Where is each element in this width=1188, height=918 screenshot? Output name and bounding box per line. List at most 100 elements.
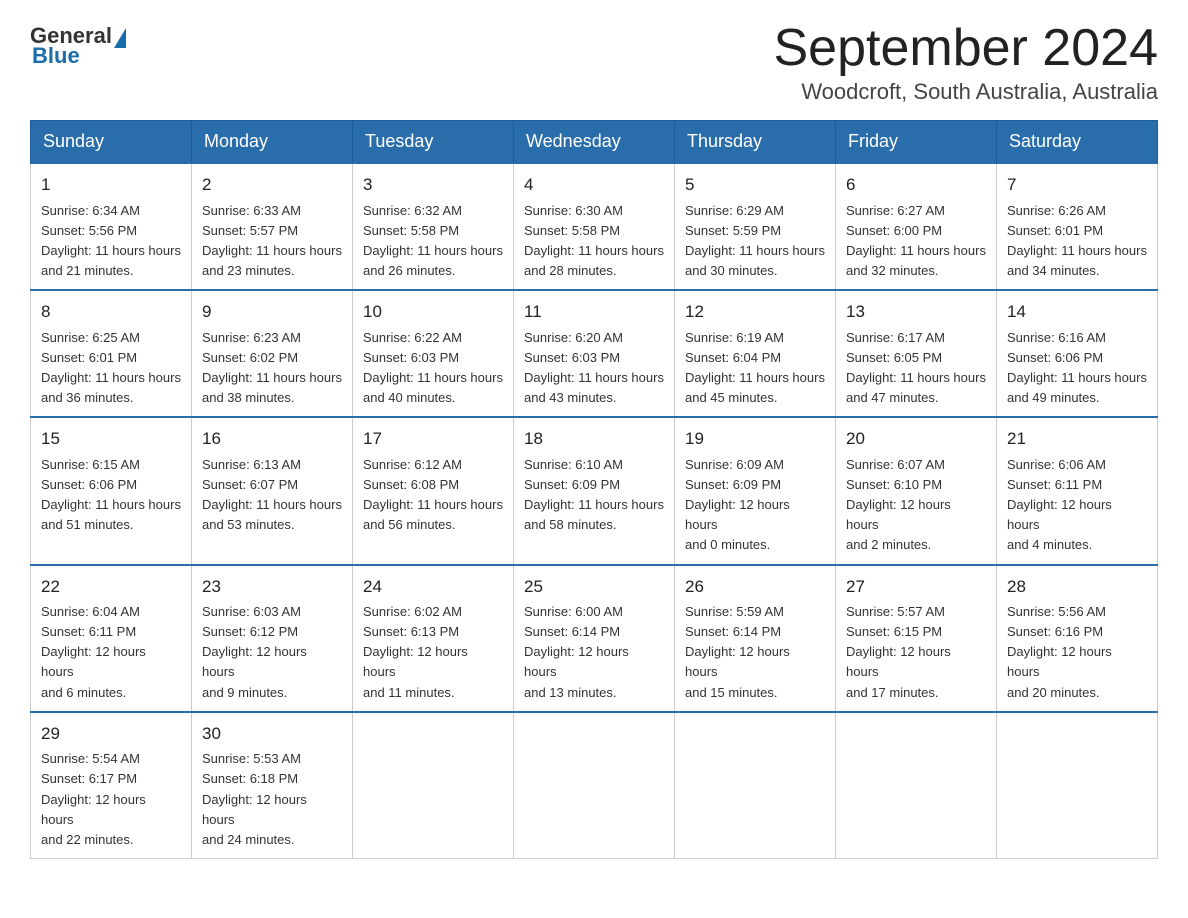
daylight-line: Daylight: 11 hours hours <box>846 370 986 385</box>
sunset-line: Sunset: 6:01 PM <box>1007 223 1103 238</box>
sunset-line: Sunset: 6:16 PM <box>1007 624 1103 639</box>
calendar-week-row-4: 22Sunrise: 6:04 AMSunset: 6:11 PMDayligh… <box>31 565 1158 712</box>
daylight-line: Daylight: 12 hours hours <box>1007 497 1112 532</box>
daylight-line: Daylight: 12 hours hours <box>363 644 468 679</box>
day-info: Sunrise: 6:06 AMSunset: 6:11 PMDaylight:… <box>1007 455 1147 556</box>
calendar-cell: 4Sunrise: 6:30 AMSunset: 5:58 PMDaylight… <box>514 163 675 290</box>
day-number: 21 <box>1007 426 1147 452</box>
daylight-minutes-line: and 2 minutes. <box>846 537 931 552</box>
day-number: 25 <box>524 574 664 600</box>
daylight-minutes-line: and 22 minutes. <box>41 832 134 847</box>
day-info: Sunrise: 6:02 AMSunset: 6:13 PMDaylight:… <box>363 602 503 703</box>
sunrise-line: Sunrise: 6:27 AM <box>846 203 945 218</box>
daylight-line: Daylight: 11 hours hours <box>685 370 825 385</box>
daylight-minutes-line: and 11 minutes. <box>363 685 455 700</box>
day-number: 28 <box>1007 574 1147 600</box>
day-info: Sunrise: 5:53 AMSunset: 6:18 PMDaylight:… <box>202 749 342 850</box>
sunrise-line: Sunrise: 6:23 AM <box>202 330 301 345</box>
daylight-minutes-line: and 4 minutes. <box>1007 537 1092 552</box>
daylight-line: Daylight: 12 hours hours <box>1007 644 1112 679</box>
day-number: 6 <box>846 172 986 198</box>
sunset-line: Sunset: 6:14 PM <box>524 624 620 639</box>
logo-blue-text: Blue <box>32 43 80 68</box>
day-info: Sunrise: 6:10 AMSunset: 6:09 PMDaylight:… <box>524 455 664 536</box>
calendar-header-saturday: Saturday <box>997 121 1158 164</box>
calendar-cell <box>997 712 1158 859</box>
day-info: Sunrise: 5:59 AMSunset: 6:14 PMDaylight:… <box>685 602 825 703</box>
daylight-minutes-line: and 45 minutes. <box>685 390 778 405</box>
calendar-cell: 1 Sunrise: 6:34 AMSunset: 5:56 PMDaylight… <box>31 163 192 290</box>
day-number: 17 <box>363 426 503 452</box>
daylight-minutes-line: and 36 minutes. <box>41 390 134 405</box>
day-number: 18 <box>524 426 664 452</box>
daylight-line: Daylight: 11 hours hours <box>846 243 986 258</box>
daylight-line: Daylight: 11 hours hours <box>524 370 664 385</box>
sunrise-line: Sunrise: 6:04 AM <box>41 604 140 619</box>
day-number: 13 <box>846 299 986 325</box>
daylight-minutes-line: and 21 minutes. <box>41 263 134 278</box>
sunset-line: Sunset: 6:17 PM <box>41 771 137 786</box>
sunrise-line: Sunrise: 6:26 AM <box>1007 203 1106 218</box>
calendar-cell: 10Sunrise: 6:22 AMSunset: 6:03 PMDayligh… <box>353 290 514 417</box>
calendar-cell: 8Sunrise: 6:25 AMSunset: 6:01 PMDaylight… <box>31 290 192 417</box>
daylight-line: Daylight: 11 hours hours <box>41 497 181 512</box>
daylight-minutes-line: and 34 minutes. <box>1007 263 1100 278</box>
calendar-cell: 23Sunrise: 6:03 AMSunset: 6:12 PMDayligh… <box>192 565 353 712</box>
calendar-cell: 15Sunrise: 6:15 AMSunset: 6:06 PMDayligh… <box>31 417 192 564</box>
logo: General Blue <box>30 20 128 69</box>
day-info: Sunrise: 6:17 AMSunset: 6:05 PMDaylight:… <box>846 328 986 409</box>
calendar-table: SundayMondayTuesdayWednesdayThursdayFrid… <box>30 120 1158 859</box>
day-info: Sunrise: 5:56 AM Sunset: 6:16 PM Daylight:… <box>1007 602 1147 703</box>
day-number: 16 <box>202 426 342 452</box>
calendar-header-monday: Monday <box>192 121 353 164</box>
day-number: 1 <box>41 172 181 198</box>
sunrise-line: Sunrise: 6:29 AM <box>685 203 784 218</box>
day-info: Sunrise: 6:09 AMSunset: 6:09 PMDaylight:… <box>685 455 825 556</box>
sunrise-line: Sunrise: 6:00 AM <box>524 604 623 619</box>
day-info: Sunrise: 6:33 AMSunset: 5:57 PMDaylight:… <box>202 201 342 282</box>
title-area: September 2024 Woodcroft, South Australi… <box>774 20 1159 105</box>
sunrise-line: Sunrise: 6:12 AM <box>363 457 462 472</box>
daylight-minutes-line: and 56 minutes. <box>363 517 456 532</box>
sunset-line: Sunset: 6:02 PM <box>202 350 298 365</box>
day-number: 23 <box>202 574 342 600</box>
calendar-cell <box>675 712 836 859</box>
day-number: 20 <box>846 426 986 452</box>
day-number: 7 <box>1007 172 1147 198</box>
day-info: Sunrise: 6:07 AMSunset: 6:10 PMDaylight:… <box>846 455 986 556</box>
calendar-cell: 11Sunrise: 6:20 AMSunset: 6:03 PMDayligh… <box>514 290 675 417</box>
daylight-line: Daylight: 11 hours hours <box>1007 243 1147 258</box>
sunset-line: Sunset: 6:03 PM <box>363 350 459 365</box>
calendar-cell: 26Sunrise: 5:59 AMSunset: 6:14 PMDayligh… <box>675 565 836 712</box>
day-number: 5 <box>685 172 825 198</box>
daylight-minutes-line: and 53 minutes. <box>202 517 295 532</box>
day-number: 27 <box>846 574 986 600</box>
sunset-line: Sunset: 5:58 PM <box>524 223 620 238</box>
sunrise-line: Sunrise: 6:15 AM <box>41 457 140 472</box>
day-info: Sunrise: 6:34 AMSunset: 5:56 PMDaylight:… <box>41 201 181 282</box>
sunrise-line: Sunrise: 5:59 AM <box>685 604 784 619</box>
day-info: Sunrise: 6:29 AMSunset: 5:59 PMDaylight:… <box>685 201 825 282</box>
daylight-line: Daylight: 11 hours hours <box>363 370 503 385</box>
daylight-minutes-line: and 47 minutes. <box>846 390 939 405</box>
month-title: September 2024 <box>774 20 1159 77</box>
sunset-line: Sunset: 6:00 PM <box>846 223 942 238</box>
sunset-line: Sunset: 6:01 PM <box>41 350 137 365</box>
calendar-header-sunday: Sunday <box>31 121 192 164</box>
sunrise-line: Sunrise: 5:57 AM <box>846 604 945 619</box>
day-info: Sunrise: 6:04 AMSunset: 6:11 PMDaylight:… <box>41 602 181 703</box>
sunset-line: Sunset: 5:59 PM <box>685 223 781 238</box>
sunrise-line: Sunrise: 5:56 AM <box>1007 604 1106 619</box>
sunset-line: Sunset: 6:10 PM <box>846 477 942 492</box>
sunrise-line: Sunrise: 6:34 AM <box>41 203 140 218</box>
calendar-week-row-3: 15Sunrise: 6:15 AMSunset: 6:06 PMDayligh… <box>31 417 1158 564</box>
calendar-cell: 2Sunrise: 6:33 AMSunset: 5:57 PMDaylight… <box>192 163 353 290</box>
day-info: Sunrise: 6:32 AMSunset: 5:58 PMDaylight:… <box>363 201 503 282</box>
sunrise-line: Sunrise: 6:19 AM <box>685 330 784 345</box>
daylight-minutes-line: and 58 minutes. <box>524 517 617 532</box>
day-number: 14 <box>1007 299 1147 325</box>
calendar-cell: 9Sunrise: 6:23 AMSunset: 6:02 PMDaylight… <box>192 290 353 417</box>
page-header: General Blue September 2024 Woodcroft, S… <box>30 20 1158 105</box>
sunset-line: Sunset: 6:08 PM <box>363 477 459 492</box>
sunset-line: Sunset: 6:11 PM <box>41 624 136 639</box>
